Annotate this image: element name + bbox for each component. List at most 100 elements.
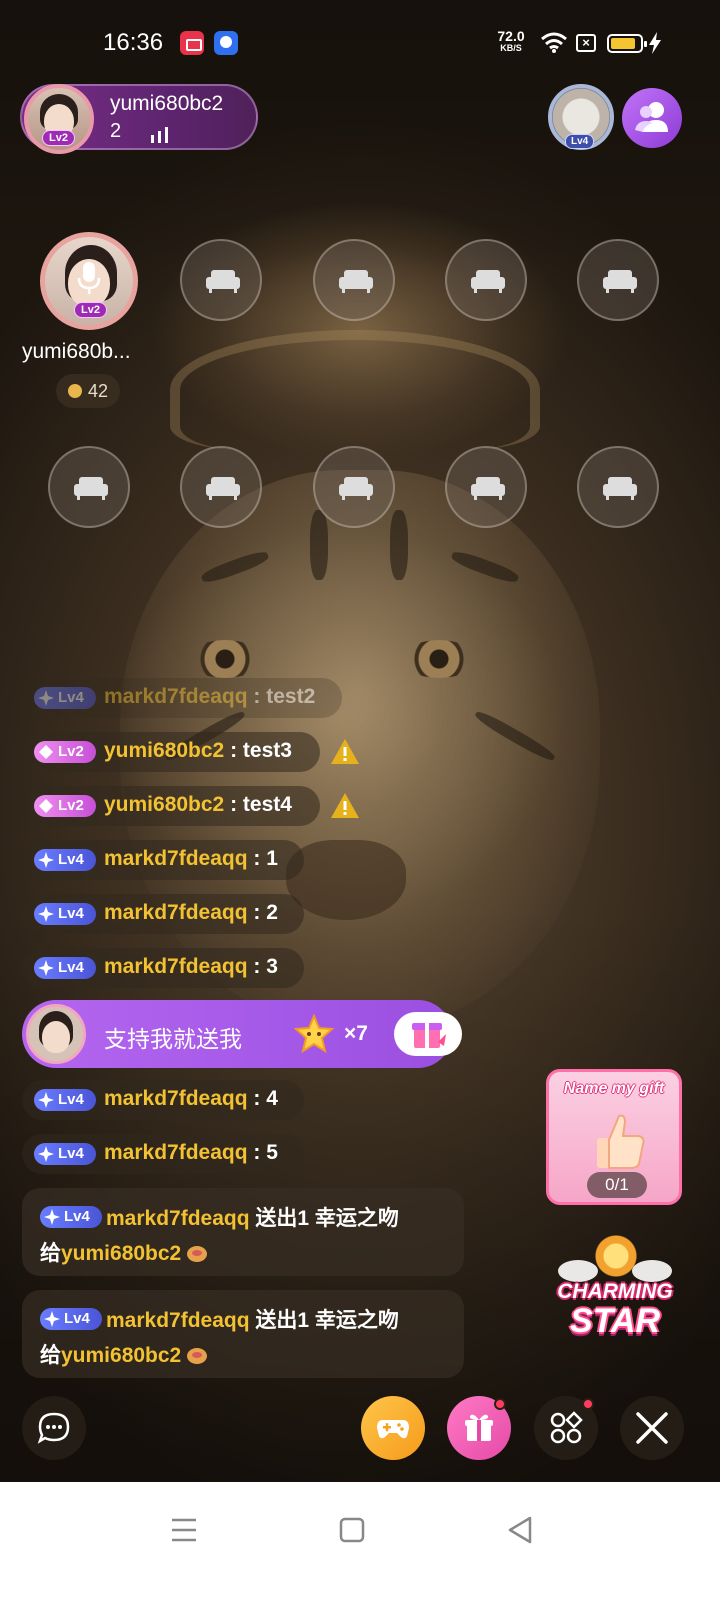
crown-decoration bbox=[170, 330, 540, 450]
warning-icon[interactable] bbox=[330, 792, 360, 819]
sofa-icon bbox=[339, 477, 373, 500]
seat-coin-count: 42 bbox=[56, 374, 120, 408]
back-icon[interactable] bbox=[500, 1510, 540, 1550]
gift-recipient[interactable]: yumi680bc2 bbox=[61, 1242, 181, 1265]
coin-icon bbox=[68, 384, 82, 398]
seat-level-badge: Lv2 bbox=[74, 302, 107, 318]
chat-message[interactable]: Lv4 markd7fdeaqq : test2 bbox=[22, 678, 342, 718]
empty-seat-9[interactable] bbox=[445, 446, 527, 528]
sofa-icon bbox=[74, 477, 108, 500]
sparkle-icon bbox=[38, 960, 54, 976]
chat-username[interactable]: markd7fdeaqq bbox=[104, 901, 248, 924]
chat-message[interactable]: Lv2 yumi680bc2 : test3 bbox=[22, 732, 320, 772]
gift-box-icon bbox=[412, 1023, 446, 1048]
gift-message[interactable]: Lv4 markd7fdeaqq 送出1 幸运之吻 给yumi680bc2 bbox=[22, 1290, 464, 1378]
empty-seat-5[interactable] bbox=[577, 239, 659, 321]
sparkle-icon bbox=[38, 852, 54, 868]
chat-username[interactable]: markd7fdeaqq bbox=[104, 685, 248, 708]
name-my-gift-title: Name my gift bbox=[563, 1080, 665, 1097]
signal-bars-icon bbox=[151, 127, 168, 143]
empty-seat-10[interactable] bbox=[577, 446, 659, 528]
gift-recipient[interactable]: yumi680bc2 bbox=[61, 1344, 181, 1367]
send-gift-button[interactable] bbox=[394, 1012, 462, 1056]
members-button[interactable] bbox=[622, 88, 682, 148]
support-gift-banner[interactable]: 支持我就送我 ×7 bbox=[22, 1000, 462, 1068]
chat-text: 2 bbox=[266, 901, 278, 924]
baidu-app-icon bbox=[214, 31, 238, 55]
chat-username[interactable]: markd7fdeaqq bbox=[104, 1141, 248, 1164]
lucky-kiss-icon bbox=[187, 1246, 208, 1263]
gift-action: 送出1 幸运之吻 bbox=[249, 1309, 399, 1332]
chat-username[interactable]: yumi680bc2 bbox=[104, 793, 224, 816]
menu-icon[interactable] bbox=[164, 1510, 204, 1550]
battery-icon bbox=[607, 34, 647, 53]
lucky-kiss-icon bbox=[187, 1348, 208, 1365]
wifi-icon bbox=[541, 32, 567, 53]
gift-icon bbox=[465, 1414, 493, 1441]
sparkle-icon bbox=[44, 1311, 60, 1328]
chat-button[interactable] bbox=[22, 1396, 86, 1460]
system-navigation-bar bbox=[0, 1482, 720, 1600]
empty-seat-4[interactable] bbox=[445, 239, 527, 321]
more-apps-icon bbox=[550, 1411, 583, 1444]
gift-sender[interactable]: markd7fdeaqq bbox=[106, 1207, 250, 1230]
name-gift-progress: 0/1 bbox=[587, 1172, 647, 1198]
name-my-gift-card[interactable]: Name my gift 0/1 bbox=[546, 1069, 682, 1205]
sofa-icon bbox=[206, 477, 240, 500]
chat-message[interactable]: Lv4 markd7fdeaqq : 4 bbox=[22, 1080, 304, 1120]
charming-star-banner[interactable]: CHARMING STAR bbox=[552, 1230, 678, 1350]
star-gift-icon bbox=[294, 1014, 334, 1054]
tiger-eye-right bbox=[402, 640, 476, 678]
gift-multiplier: ×7 bbox=[344, 1022, 368, 1045]
host-info-pill[interactable]: Lv2 yumi680bc2 2 bbox=[20, 84, 258, 154]
seat-user-name: yumi680b... bbox=[22, 340, 131, 363]
chat-message[interactable]: Lv4 markd7fdeaqq : 5 bbox=[22, 1134, 304, 1174]
host-seat[interactable]: Lv2 bbox=[40, 232, 138, 330]
chat-username[interactable]: yumi680bc2 bbox=[104, 739, 224, 762]
empty-seat-6[interactable] bbox=[48, 446, 130, 528]
host-name: yumi680bc2 bbox=[110, 92, 224, 115]
crown-icon bbox=[594, 1234, 638, 1278]
chat-message[interactable]: Lv2 yumi680bc2 : test4 bbox=[22, 786, 320, 826]
users-icon bbox=[635, 102, 668, 132]
level-badge: Lv4 bbox=[34, 1089, 96, 1111]
level-badge: Lv4 bbox=[34, 687, 96, 709]
empty-seat-8[interactable] bbox=[313, 446, 395, 528]
home-icon[interactable] bbox=[332, 1510, 372, 1550]
sparkle-icon bbox=[38, 906, 54, 922]
chat-username[interactable]: markd7fdeaqq bbox=[104, 847, 248, 870]
chat-text: test4 bbox=[242, 793, 292, 816]
gift-sender[interactable]: markd7fdeaqq bbox=[106, 1309, 250, 1332]
close-room-button[interactable] bbox=[620, 1396, 684, 1460]
top-contributor-badge[interactable]: Lv4 bbox=[546, 80, 616, 154]
chat-text: 4 bbox=[266, 1087, 278, 1110]
diamond-icon bbox=[39, 745, 53, 759]
chat-text: test3 bbox=[242, 739, 292, 762]
empty-seat-3[interactable] bbox=[313, 239, 395, 321]
clock: 16:36 bbox=[103, 29, 164, 56]
chat-message[interactable]: Lv4 markd7fdeaqq : 1 bbox=[22, 840, 304, 880]
microphone-icon bbox=[77, 262, 101, 294]
close-icon bbox=[636, 1412, 668, 1444]
screen-recorder-icon bbox=[180, 31, 204, 55]
chat-text: 1 bbox=[266, 847, 278, 870]
empty-seat-2[interactable] bbox=[180, 239, 262, 321]
level-badge: Lv4 bbox=[34, 903, 96, 925]
sparkle-icon bbox=[38, 690, 54, 706]
host-avatar[interactable]: Lv2 bbox=[24, 84, 94, 154]
star-label: STAR bbox=[569, 1302, 661, 1340]
warning-icon[interactable] bbox=[330, 738, 360, 765]
game-button[interactable] bbox=[361, 1396, 425, 1460]
gift-notification-dot bbox=[494, 1398, 506, 1410]
chat-username[interactable]: markd7fdeaqq bbox=[104, 1087, 248, 1110]
sofa-icon bbox=[339, 270, 373, 293]
level-badge: Lv2 bbox=[34, 741, 96, 763]
chat-username[interactable]: markd7fdeaqq bbox=[104, 955, 248, 978]
status-bar: 16:36 72.0 KB/S × bbox=[0, 26, 720, 62]
sofa-icon bbox=[471, 477, 505, 500]
gift-message[interactable]: Lv4 markd7fdeaqq 送出1 幸运之吻 给yumi680bc2 bbox=[22, 1188, 464, 1276]
level-badge: Lv2 bbox=[34, 795, 96, 817]
chat-message[interactable]: Lv4 markd7fdeaqq : 2 bbox=[22, 894, 304, 934]
chat-message[interactable]: Lv4 markd7fdeaqq : 3 bbox=[22, 948, 304, 988]
empty-seat-7[interactable] bbox=[180, 446, 262, 528]
